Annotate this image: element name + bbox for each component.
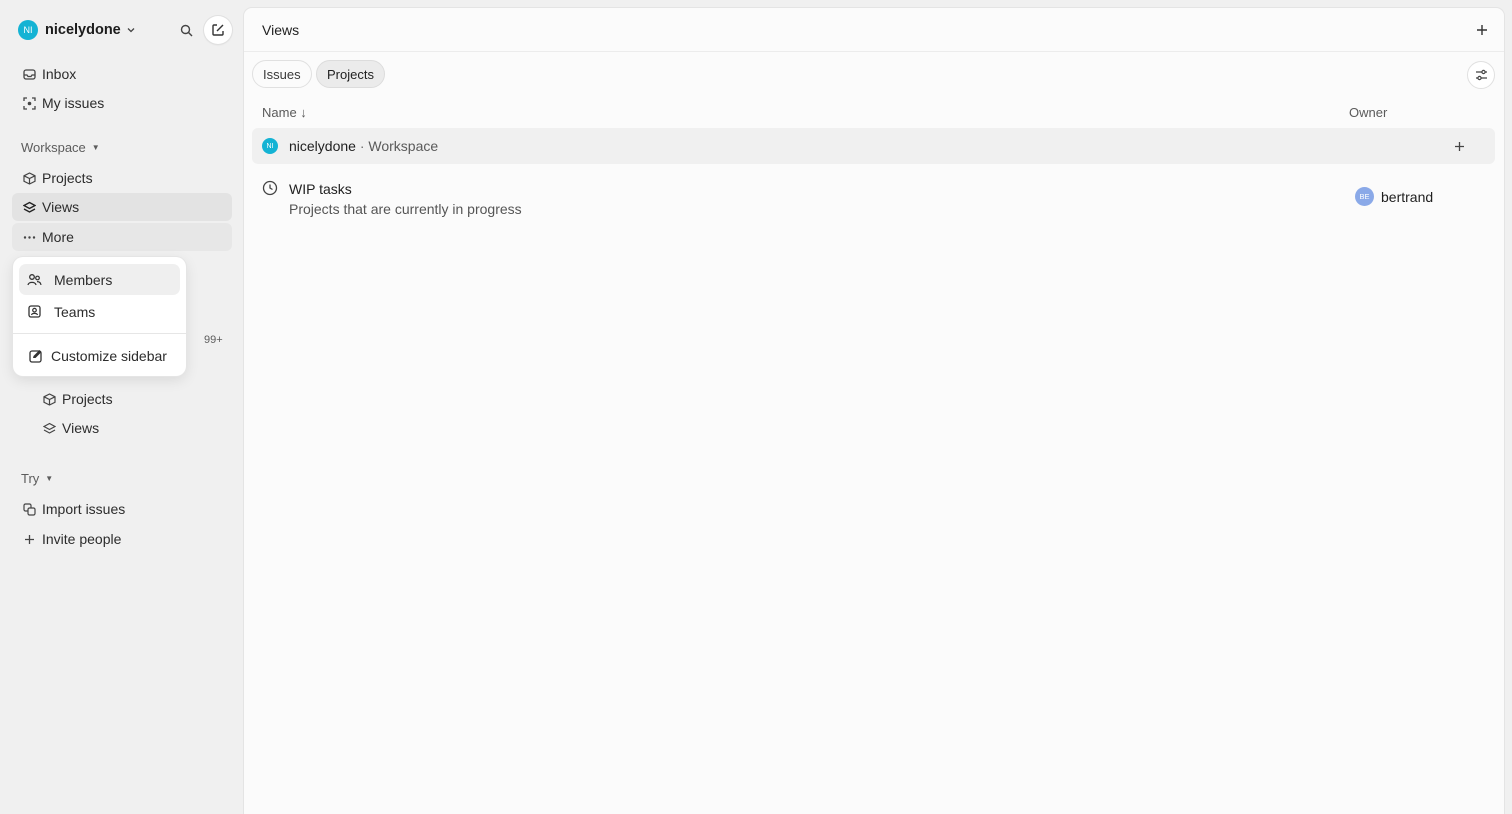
menu-item-label: Teams	[54, 303, 96, 320]
sidebar-item-label: Inbox	[42, 66, 77, 82]
new-view-button[interactable]	[1472, 20, 1492, 40]
view-description: Projects that are currently in progress	[289, 201, 522, 217]
sidebar-item-label: More	[42, 229, 74, 245]
header-divider	[244, 51, 1504, 52]
view-title: WIP tasks	[289, 181, 352, 197]
tab-issues[interactable]: Issues	[252, 60, 312, 88]
layers-icon	[42, 421, 56, 435]
sidebar-item-label: Views	[42, 199, 80, 215]
layers-icon	[22, 200, 36, 214]
sidebar-item-label: Projects	[42, 170, 93, 186]
more-menu: Members Teams Customize sidebar	[13, 257, 186, 376]
sidebar-item-my-issues[interactable]: My issues	[12, 89, 232, 117]
sidebar-item-import-issues[interactable]: Import issues	[12, 495, 232, 523]
main-panel: Views Issues Projects Name ↓ Owner NI ni…	[244, 8, 1504, 814]
compose-icon	[212, 24, 224, 36]
avatar: BE	[1355, 187, 1374, 206]
members-icon	[27, 272, 42, 287]
sidebar-item-inbox[interactable]: Inbox	[12, 60, 232, 88]
unread-badge: 99+	[204, 334, 223, 346]
table-row[interactable]: WIP tasks Projects that are currently in…	[252, 174, 1495, 226]
sidebar-item-team-views[interactable]: Views	[32, 414, 232, 442]
display-options-button[interactable]	[1467, 61, 1495, 89]
cube-icon	[42, 392, 56, 406]
search-button[interactable]	[176, 20, 196, 40]
column-header-name[interactable]: Name ↓	[262, 105, 307, 120]
more-dots-icon	[22, 230, 36, 244]
menu-item-members[interactable]: Members	[19, 264, 180, 295]
teams-icon	[27, 304, 42, 319]
workspace-avatar: NI	[262, 138, 278, 154]
group-kind: Workspace	[368, 138, 439, 154]
caret-down-icon: ▼	[45, 474, 54, 483]
sliders-icon	[1475, 69, 1487, 81]
sidebar-item-views[interactable]: Views	[12, 193, 232, 221]
sidebar-item-label: Projects	[62, 391, 113, 407]
cube-icon	[22, 171, 36, 185]
clock-icon	[262, 180, 278, 196]
section-label: Workspace	[21, 140, 86, 155]
plus-icon	[1454, 141, 1464, 151]
workspace-section-toggle[interactable]: Workspace ▼	[21, 140, 100, 155]
search-icon	[180, 24, 192, 36]
inbox-icon	[22, 67, 36, 81]
owner-name: bertrand	[1381, 189, 1434, 205]
column-header-owner[interactable]: Owner	[1349, 105, 1387, 120]
sidebar-item-projects[interactable]: Projects	[12, 164, 232, 192]
group-workspace-name: nicelydone	[289, 138, 356, 154]
workspace-switcher[interactable]: NI nicelydone	[18, 19, 136, 41]
plus-icon	[22, 532, 36, 546]
sidebar-item-label: My issues	[42, 95, 105, 111]
import-icon	[22, 502, 36, 516]
group-separator: ·	[355, 138, 369, 154]
menu-item-customize-sidebar[interactable]: Customize sidebar	[19, 340, 180, 371]
sidebar-item-label: Import issues	[42, 501, 126, 517]
sidebar-item-label: Views	[62, 420, 100, 436]
group-label: nicelydone · Workspace	[289, 138, 438, 154]
menu-item-teams[interactable]: Teams	[19, 296, 180, 327]
tab-projects[interactable]: Projects	[316, 60, 385, 88]
add-view-to-group-button[interactable]	[1449, 136, 1469, 156]
try-section-toggle[interactable]: Try ▼	[21, 471, 53, 486]
menu-item-label: Customize sidebar	[51, 347, 167, 364]
section-label: Try	[21, 471, 40, 486]
menu-item-label: Members	[54, 271, 113, 288]
workspace-avatar: NI	[18, 20, 38, 40]
my-issues-icon	[22, 96, 36, 110]
customize-sidebar-icon	[28, 348, 43, 363]
page-title: Views	[262, 22, 300, 38]
chevron-down-icon	[127, 28, 135, 33]
new-issue-button[interactable]	[204, 16, 232, 44]
caret-down-icon: ▼	[91, 143, 100, 152]
workspace-name: nicelydone	[45, 22, 121, 38]
sidebar-item-label: Invite people	[42, 531, 122, 547]
sidebar: NI nicelydone Inbox My issues Workspace …	[0, 0, 244, 814]
sidebar-item-team-projects[interactable]: Projects	[32, 385, 232, 413]
plus-icon	[1477, 25, 1487, 35]
menu-divider	[13, 333, 186, 334]
group-row-workspace[interactable]: NI nicelydone · Workspace	[252, 128, 1495, 164]
sidebar-item-more[interactable]: More	[12, 223, 232, 251]
sidebar-item-invite-people[interactable]: Invite people	[12, 525, 232, 553]
